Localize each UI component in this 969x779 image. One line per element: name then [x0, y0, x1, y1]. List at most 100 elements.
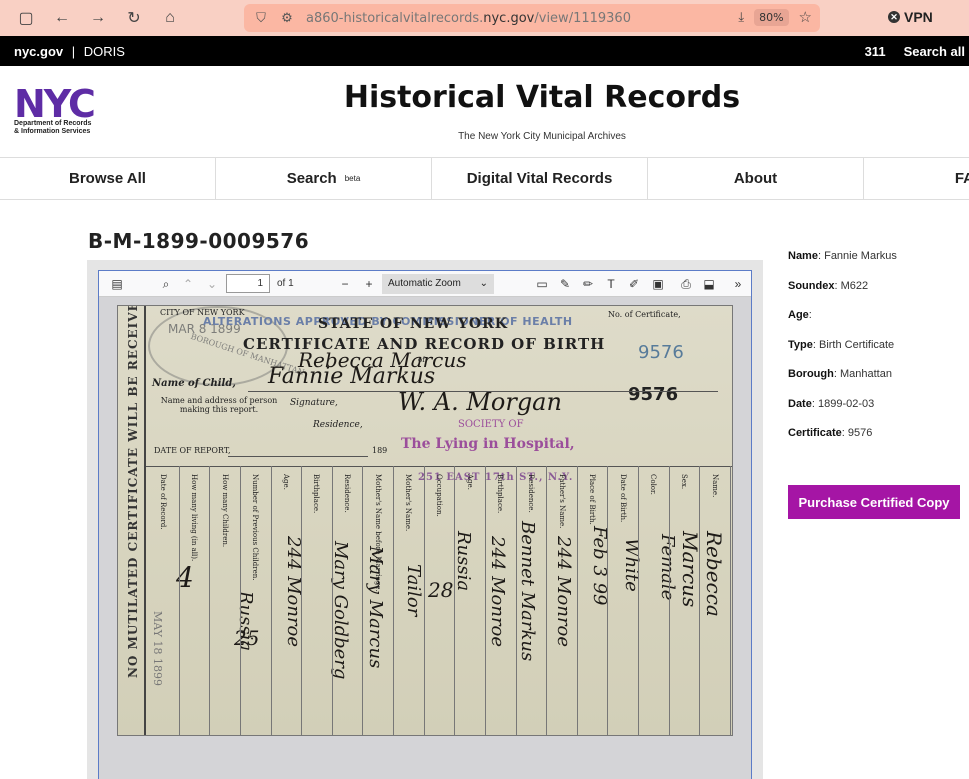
cert-column-line — [331, 466, 333, 735]
detail-name: Name: Fannie Markus — [788, 250, 897, 262]
page-number-input[interactable]: 1 — [226, 274, 270, 293]
previous-page-icon[interactable]: ⌃ — [178, 274, 198, 294]
cert-column-header: Number of Previous Children. — [251, 474, 260, 581]
highlight-icon[interactable]: ✏ — [578, 274, 598, 294]
forward-icon[interactable]: → — [86, 6, 110, 30]
url-path: /view/1119360 — [534, 10, 631, 26]
cert-of-label: of — [418, 356, 425, 364]
draw-icon[interactable]: ✐ — [624, 274, 644, 294]
cert-society-stamp: SOCIETY OF — [458, 419, 524, 430]
detail-type-label: Type — [788, 338, 813, 351]
bookmark-star-icon[interactable]: ☆ — [799, 8, 812, 26]
more-tools-icon[interactable]: » — [728, 274, 748, 294]
url-text[interactable]: a860-historicalvitalrecords.nyc.gov/view… — [306, 11, 631, 26]
cert-left-border — [144, 306, 146, 735]
cert-column-header: Age. — [465, 474, 474, 490]
detail-soundex-value: M622 — [840, 279, 869, 292]
nav-about[interactable]: About — [648, 158, 864, 199]
cert-column-line — [239, 466, 241, 735]
zoom-badge[interactable]: 80% — [754, 8, 789, 26]
cert-column-header: Name. — [710, 474, 719, 498]
detail-soundex: Soundex: M622 — [788, 279, 869, 292]
link-311[interactable]: 311 — [865, 44, 886, 59]
detail-name-value: Fannie Markus — [824, 250, 897, 262]
download-icon[interactable]: ⤓ — [738, 10, 744, 25]
cert-hand-name: Rebecca Marcus — [678, 531, 726, 617]
cert-no-of-certificate: No. of Certificate, — [608, 310, 681, 319]
cert-column-line — [270, 466, 272, 735]
nav-dvr-label: Digital Vital Records — [466, 170, 613, 187]
purchase-certified-copy-button[interactable]: Purchase Certified Copy — [788, 485, 960, 519]
nav-browse-all[interactable]: Browse All — [0, 158, 216, 199]
tab-actions-icon[interactable]: ▢ — [14, 6, 38, 30]
search-all-link[interactable]: Search all — [904, 44, 965, 59]
home-icon[interactable]: ⌂ — [158, 6, 182, 30]
cert-column-line — [301, 466, 303, 735]
cert-date-of-report-label: DATE OF REPORT, — [154, 446, 231, 455]
cert-column-line — [393, 466, 395, 735]
nav-browse-all-label: Browse All — [69, 170, 146, 187]
vpn-button[interactable]: ✕ VPN — [888, 9, 933, 25]
cert-hand-place-of-birth: 244 Monroe — [553, 536, 574, 648]
cert-hand-signature: W. A. Morgan — [398, 388, 562, 416]
cert-column-header: Date of Birth. — [618, 474, 627, 523]
zoom-select[interactable]: Automatic Zoom ⌄ — [382, 274, 494, 294]
nav-faq[interactable]: FA — [864, 158, 969, 199]
site-info-icon[interactable]: ⚙ — [278, 9, 296, 27]
sidebar-toggle-icon[interactable]: ▤ — [107, 274, 127, 294]
detail-certificate-value: 9576 — [847, 427, 873, 439]
cert-hand-birthplace-father: Russia — [453, 531, 474, 592]
cert-column-line — [423, 466, 425, 735]
nav-digital-vital-records[interactable]: Digital Vital Records — [432, 158, 648, 199]
cert-line-table-top — [146, 466, 732, 467]
cert-column-header: Sex. — [680, 474, 689, 490]
cert-hand-occupation: Tailor — [403, 564, 424, 617]
cert-hand-name-of-child: Fannie Markus — [268, 364, 436, 389]
nycgov-link[interactable]: nyc.gov — [14, 44, 63, 59]
zoom-in-icon[interactable]: + — [359, 274, 379, 294]
cert-received-stamp: MAY 18 1899 — [151, 611, 164, 687]
cert-column-line — [607, 466, 609, 735]
cert-number-black: 9576 — [628, 384, 679, 405]
site-subtitle: The New York City Municipal Archives — [458, 131, 626, 142]
signature-icon[interactable]: ✎ — [555, 274, 575, 294]
cert-reporter-label: Name and address of person making this r… — [160, 396, 278, 414]
save-icon[interactable]: ⬓ — [699, 274, 719, 294]
detail-date: Date: 1899-02-03 — [788, 397, 875, 410]
cert-hospital-stamp: The Lying in Hospital, — [401, 436, 575, 452]
nav-about-label: About — [733, 170, 778, 187]
cert-hand-age-father: 28 — [428, 578, 454, 602]
detail-borough: Borough: Manhattan — [788, 368, 892, 380]
cert-column-header: Occupation. — [435, 474, 443, 517]
image-icon[interactable]: ▣ — [648, 274, 668, 294]
detail-borough-value: Manhattan — [839, 368, 892, 380]
cert-column-line — [576, 466, 578, 735]
cert-column-header: How many living (in all). — [189, 474, 198, 562]
reload-icon[interactable]: ↻ — [122, 6, 146, 30]
cert-column-line — [209, 466, 211, 735]
zoom-out-icon[interactable]: − — [335, 274, 355, 294]
record-id-heading: B-M-1899-0009576 — [88, 229, 310, 253]
address-bar[interactable]: ⛉ ⚙ a860-historicalvitalrecords.nyc.gov/… — [244, 4, 820, 32]
cert-column-header: Father's Name. — [557, 474, 566, 529]
nav-search[interactable]: Search beta — [216, 158, 432, 199]
pdf-toolbar: ▤ ⌕ ⌃ ⌄ 1 of 1 − + Automatic Zoom ⌄ ▭ ✎ ✏… — [99, 271, 751, 297]
text-icon[interactable]: T — [601, 274, 621, 294]
detail-age-label: Age — [788, 309, 809, 321]
next-page-icon[interactable]: ⌄ — [202, 274, 222, 294]
cert-name-of-child-label: Name of Child, — [152, 378, 236, 389]
pdf-viewer[interactable]: ▤ ⌕ ⌃ ⌄ 1 of 1 − + Automatic Zoom ⌄ ▭ ✎ ✏… — [98, 270, 752, 779]
cert-column-line — [178, 466, 180, 735]
find-icon[interactable]: ⌕ — [156, 274, 176, 294]
cert-hand-birthplace-mother: Russia — [235, 591, 256, 652]
agency-link[interactable]: DORIS — [84, 44, 125, 59]
url-domain: nyc.gov — [483, 10, 535, 26]
cert-state: STATE OF NEW YORK — [318, 316, 508, 332]
cert-column-header: Age. — [281, 474, 290, 490]
detail-borough-label: Borough — [788, 368, 834, 380]
shield-icon[interactable]: ⛉ — [252, 9, 270, 27]
print-icon[interactable]: ⎙ — [676, 274, 696, 294]
back-icon[interactable]: ← — [50, 6, 74, 30]
comment-icon[interactable]: ▭ — [532, 274, 552, 294]
nycgov-bar: nyc.gov | DORIS 311 Search all — [0, 36, 969, 66]
